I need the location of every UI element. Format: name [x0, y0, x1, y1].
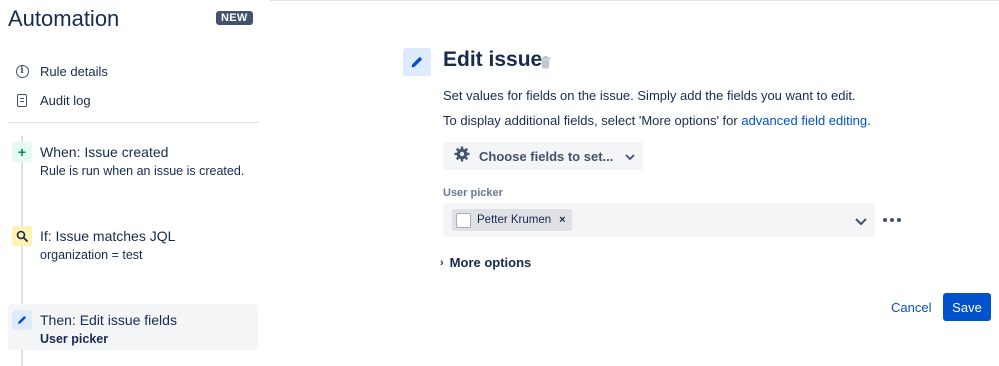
- additional-fields-prefix: To display additional fields, select 'Mo…: [443, 113, 742, 128]
- search-icon: [12, 226, 32, 246]
- top-divider: [270, 0, 999, 1]
- user-picker-field-label: User picker: [443, 187, 503, 199]
- additional-fields-text: To display additional fields, select 'Mo…: [443, 113, 871, 128]
- edit-issue-icon: [403, 48, 431, 76]
- trash-icon[interactable]: [540, 56, 551, 74]
- user-picker-select[interactable]: Petter Krumen ×: [443, 203, 875, 237]
- avatar: [456, 212, 471, 228]
- nav-rule-details-label: Rule details: [40, 63, 108, 79]
- step-if-title: If: Issue matches JQL: [40, 228, 176, 244]
- selected-user-chip: Petter Krumen ×: [452, 209, 572, 231]
- chevron-down-icon[interactable]: [855, 213, 867, 231]
- chevron-right-icon: ›: [440, 256, 444, 269]
- nav-audit-log[interactable]: Audit log: [8, 88, 258, 112]
- step-then-title: Then: Edit issue fields: [40, 312, 177, 328]
- more-options-toggle[interactable]: › More options: [440, 255, 531, 270]
- save-button[interactable]: Save: [943, 293, 991, 321]
- chevron-down-icon: [625, 147, 635, 165]
- new-badge: NEW: [216, 11, 253, 25]
- step-then-subtitle: User picker: [40, 332, 109, 346]
- step-when-title: When: Issue created: [40, 144, 169, 160]
- step-when-subtitle: Rule is run when an issue is created.: [40, 164, 245, 178]
- additional-fields-suffix: .: [867, 113, 871, 128]
- more-options-label: More options: [449, 255, 532, 270]
- nav-audit-log-label: Audit log: [40, 92, 91, 108]
- description-text: Set values for fields on the issue. Simp…: [443, 88, 856, 103]
- gear-icon: [454, 146, 470, 167]
- more-actions-icon[interactable]: [882, 210, 902, 230]
- step-when-trigger[interactable]: + When: Issue created Rule is run when a…: [8, 140, 258, 184]
- step-then-action[interactable]: Then: Edit issue fields User picker: [8, 304, 258, 350]
- plus-icon: +: [12, 142, 32, 162]
- cancel-button[interactable]: Cancel: [882, 293, 940, 321]
- document-icon: [8, 93, 36, 107]
- choose-fields-label: Choose fields to set...: [479, 148, 614, 164]
- choose-fields-button[interactable]: Choose fields to set...: [443, 142, 643, 170]
- sidebar: Automation NEW i Rule details Audit log …: [0, 0, 270, 366]
- step-if-subtitle: organization = test: [40, 248, 143, 262]
- selected-user-name: Petter Krumen: [477, 214, 552, 226]
- sidebar-divider: [8, 122, 259, 123]
- remove-user-icon[interactable]: ×: [559, 214, 565, 226]
- app-title: Automation: [8, 6, 120, 31]
- page-title: Edit issue: [443, 48, 543, 71]
- nav-rule-details[interactable]: i Rule details: [8, 59, 258, 83]
- info-icon: i: [8, 64, 36, 78]
- advanced-field-editing-link[interactable]: advanced field editing: [741, 113, 867, 128]
- pencil-icon: [12, 310, 32, 330]
- step-if-condition[interactable]: If: Issue matches JQL organization = tes…: [8, 224, 258, 268]
